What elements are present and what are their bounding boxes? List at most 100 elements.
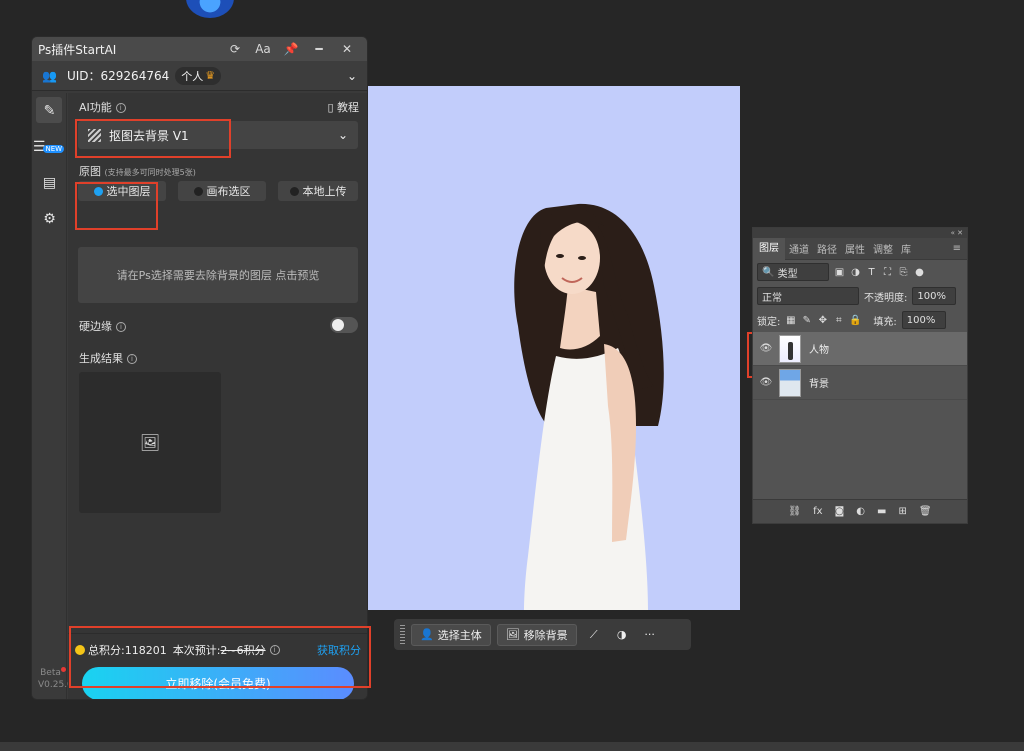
tutorial-link[interactable]: ▯ 教程 — [327, 99, 359, 115]
more-options-icon[interactable]: ··· — [639, 628, 661, 641]
info-icon[interactable]: i — [127, 354, 137, 364]
select-subject-label: 选择主体 — [437, 628, 482, 642]
plugin-footer: 总积分:118201 本次预计: 2~6积分 i 获取积分 立即移除(会员免费) — [68, 633, 367, 699]
minimize-icon[interactable]: ━ — [305, 42, 333, 56]
link-icon[interactable]: ⛓ — [788, 506, 801, 517]
pixel-filter-icon[interactable]: ▣ — [834, 267, 845, 278]
filter-kind-select[interactable]: 🔍 类型 — [757, 263, 829, 281]
rail-edit-button[interactable]: ✎ — [32, 93, 67, 129]
rail-settings-button[interactable]: ⚙ — [32, 201, 67, 237]
layers-panel: « ✕ 图层 通道 路径 属性 调整 库 ≡ 🔍 类型 ▣ ◑ T ⛶ ⎘ ● … — [752, 227, 968, 524]
layer-row-background[interactable]: 👁 背景 — [753, 366, 967, 400]
lock-all-icon[interactable]: 🔒 — [849, 315, 861, 326]
adjustment-filter-icon[interactable]: ◑ — [850, 267, 861, 278]
new-badge: NEW — [43, 145, 65, 153]
lock-position-icon[interactable]: ✥ — [817, 315, 828, 326]
account-row[interactable]: 👥 UID：629264764 个人 ♛ ⌄ — [32, 61, 367, 91]
info-icon[interactable]: i — [269, 645, 280, 655]
coin-icon — [75, 645, 85, 655]
eye-icon[interactable]: 👁 — [753, 377, 779, 388]
mask-icon[interactable]: ◙ — [835, 506, 845, 517]
feature-dropdown-value: 抠图去背景 V1 — [109, 128, 189, 143]
radio-unchecked-icon — [193, 186, 203, 196]
portrait-image — [368, 86, 740, 610]
source-option-label: 选中图层 — [106, 185, 151, 198]
info-icon[interactable]: i — [115, 103, 126, 113]
rail-clipboard-button[interactable]: ▤ — [32, 165, 67, 201]
tab-channels[interactable]: 通道 — [785, 241, 813, 256]
source-option-local-upload[interactable]: 本地上传 — [278, 181, 358, 201]
feature-dropdown[interactable]: 抠图去背景 V1 ⌄ — [78, 121, 358, 149]
tab-adjustments[interactable]: 调整 — [869, 241, 897, 256]
panel-collapse-bar[interactable]: « ✕ — [753, 228, 967, 238]
image-placeholder-icon: 🖼 — [139, 433, 161, 452]
gear-icon: ⚙ — [43, 211, 56, 227]
adjust-icon[interactable]: ◑ — [611, 628, 633, 641]
beta-label: Beta — [40, 668, 61, 678]
total-points: 总积分:118201 — [88, 644, 167, 657]
chevron-down-icon[interactable]: ⌄ — [347, 69, 357, 83]
remove-now-button[interactable]: 立即移除(会员免费) — [82, 667, 354, 699]
plugin-titlebar[interactable]: Ps插件StartAI ⟳ Aa 📌 ━ ✕ — [32, 37, 367, 61]
contextual-task-bar: 👤 选择主体 🖼 移除背景 ⟋ ◑ ··· — [394, 619, 691, 650]
tab-libraries[interactable]: 库 — [897, 241, 915, 256]
source-drop-area[interactable]: 请在Ps选择需要去除背景的图层 点击预览 — [78, 247, 358, 303]
ai-section-label: AI功能 — [79, 101, 112, 114]
select-subject-button[interactable]: 👤 选择主体 — [411, 623, 491, 646]
adjustment-layer-icon[interactable]: ◐ — [856, 506, 865, 517]
lock-transparency-icon[interactable]: ▦ — [785, 315, 796, 326]
drag-handle[interactable] — [400, 624, 405, 645]
refresh-icon[interactable]: ⟳ — [221, 42, 249, 56]
opacity-input[interactable]: 100% — [912, 287, 957, 305]
type-filter-icon[interactable]: T — [866, 267, 877, 278]
crown-icon: ♛ — [205, 69, 216, 82]
layers-tabbar: 图层 通道 路径 属性 调整 库 ≡ — [753, 237, 967, 260]
hard-edge-row: 硬边缘 i — [79, 318, 126, 334]
folder-icon[interactable]: ▬ — [877, 506, 886, 517]
book-icon: ▯ — [327, 101, 334, 114]
tab-layers[interactable]: 图层 — [753, 237, 785, 260]
shape-filter-icon[interactable]: ⛶ — [882, 267, 893, 278]
close-icon[interactable]: ✕ — [333, 42, 361, 56]
estimate-label: 本次预计: — [172, 644, 221, 657]
plan-label: 个人 — [181, 69, 204, 83]
fill-input[interactable]: 100% — [901, 311, 946, 329]
info-icon[interactable]: i — [116, 322, 126, 332]
filter-kind-value: 类型 — [777, 268, 798, 280]
lock-label: 锁定: — [757, 316, 781, 328]
points-row: 总积分:118201 本次预计: 2~6积分 i 获取积分 — [75, 642, 361, 658]
app-logo — [186, 0, 234, 18]
lock-artboard-icon[interactable]: ⌗ — [833, 315, 844, 326]
document-canvas[interactable] — [368, 86, 740, 610]
version-label: Beta V0.25.0 — [38, 667, 73, 691]
font-size-icon[interactable]: Aa — [249, 42, 277, 56]
source-option-canvas-selection[interactable]: 画布选区 — [178, 181, 266, 201]
hard-edge-toggle[interactable] — [330, 317, 358, 333]
tab-paths[interactable]: 路径 — [813, 241, 841, 256]
person-icon: 👤 — [420, 628, 434, 641]
smart-object-filter-icon[interactable]: ⎘ — [898, 267, 909, 278]
lock-brush-icon[interactable]: ✎ — [801, 315, 812, 326]
layer-thumbnail — [779, 334, 801, 363]
blend-mode-select[interactable]: 正常 — [757, 287, 859, 305]
pencil-icon: ✎ — [43, 103, 56, 119]
eye-icon[interactable]: 👁 — [753, 343, 779, 354]
panel-menu-icon[interactable]: ≡ — [953, 243, 967, 254]
trash-icon[interactable]: 🗑 — [919, 506, 932, 517]
cutout-icon — [88, 128, 101, 142]
transform-icon[interactable]: ⟋ — [583, 628, 605, 642]
source-option-selected-layer[interactable]: 选中图层 — [78, 181, 166, 201]
pin-icon[interactable]: 📌 — [277, 42, 305, 56]
layer-row-person[interactable]: 👁 人物 — [753, 332, 967, 366]
get-points-link[interactable]: 获取积分 — [317, 642, 361, 658]
remove-background-button[interactable]: 🖼 移除背景 — [496, 623, 577, 646]
clipboard-icon: ▤ — [42, 175, 57, 191]
new-layer-icon[interactable]: ⊞ — [898, 506, 906, 517]
result-preview[interactable]: 🖼 — [79, 372, 221, 513]
rail-layers-button[interactable]: ☰ NEW — [32, 129, 67, 165]
fx-icon[interactable]: fx — [813, 506, 822, 517]
layers-footer: ⛓ fx ◙ ◐ ▬ ⊞ 🗑 — [753, 499, 967, 523]
tab-properties[interactable]: 属性 — [841, 241, 869, 256]
filter-toggle-icon[interactable]: ● — [914, 267, 925, 278]
blend-mode-value: 正常 — [762, 292, 782, 304]
